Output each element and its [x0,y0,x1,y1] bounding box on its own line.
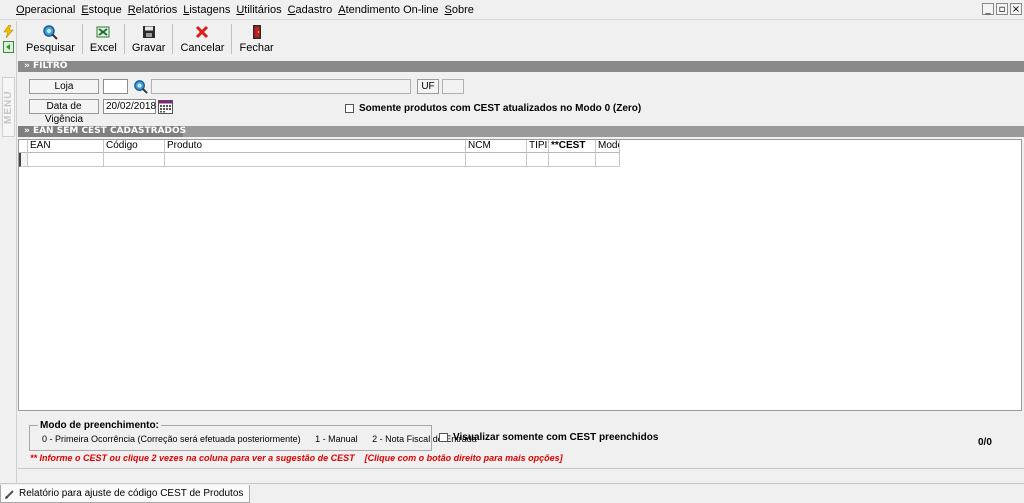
excel-button[interactable]: Excel [84,22,123,56]
fechar-button[interactable]: Fechar [233,22,279,56]
pesquisar-button[interactable]: Pesquisar [20,22,81,56]
close-button[interactable]: × [1010,3,1022,15]
cell-codigo[interactable] [104,153,165,167]
exit-icon[interactable] [3,41,14,53]
cest-modo-zero-label: Somente produtos com CEST atualizados no… [359,103,642,114]
col-ean[interactable]: EAN [28,140,104,153]
ean-section-header: » EAN SEM CEST CADASTRADOS [18,126,1024,137]
record-counter: 0/0 [978,437,992,448]
calendar-icon[interactable] [158,99,173,114]
cell-ncm[interactable] [466,153,527,167]
loja-code-field[interactable] [103,79,128,94]
loja-name-field [151,79,411,94]
col-produto[interactable]: Produto [165,140,466,153]
data-vigencia-field[interactable]: 20/02/2018 [103,99,156,114]
menu-sobre[interactable]: Sobre [445,4,474,16]
cell-produto[interactable] [165,153,466,167]
side-menu-tab[interactable]: MENU [2,77,15,137]
toolbar-separator [123,24,125,54]
menu-operacional[interactable]: Operacional [16,4,75,16]
cell-modo[interactable] [596,153,620,167]
left-strip: MENU [0,21,17,483]
cancel-icon [196,25,209,39]
col-cest[interactable]: **CEST [549,140,596,153]
door-exit-icon [252,25,261,39]
filtro-section-header: » FILTRO [18,61,1024,72]
cancelar-button[interactable]: Cancelar [174,22,230,56]
menu-cadastro[interactable]: Cadastro [288,4,333,16]
window-controls: _ ▫ × [982,3,1022,15]
modo-option-1: 1 - Manual [315,434,358,444]
gravar-button[interactable]: Gravar [126,22,172,56]
menu-listagens[interactable]: Listagens [183,4,230,16]
table-row[interactable] [19,153,620,167]
grid-header-row: EAN Código Produto NCM TIPI **CEST Modo [19,140,620,153]
cest-modo-zero-checkbox[interactable] [345,104,354,113]
menu-utilitarios[interactable]: Utilitários [236,4,281,16]
modo-options: 0 - Primeira Ocorrência (Correção será e… [42,434,489,444]
col-codigo[interactable]: Código [104,140,165,153]
lightning-icon[interactable] [3,25,14,38]
open-window-tab-label: Relatório para ajuste de código CEST de … [19,488,244,499]
menu-relatorios[interactable]: Relatórios [128,4,178,16]
search-loja-icon[interactable] [133,79,148,94]
visualizar-cest-label: Visualizar somente com CEST preenchidos [453,432,659,443]
toolbar-separator [231,24,233,54]
ean-grid[interactable]: EAN Código Produto NCM TIPI **CEST Modo [18,139,1022,411]
minimize-button[interactable]: _ [982,3,994,15]
col-tipi[interactable]: TIPI [527,140,549,153]
col-modo[interactable]: Modo [596,140,620,153]
pencil-icon [5,489,14,499]
menu-atendimento-online[interactable]: Atendimento On-line [338,4,438,16]
col-ncm[interactable]: NCM [466,140,527,153]
uf-label: UF [417,79,439,94]
uf-field [442,79,464,94]
data-vigencia-label: Data de Vigência [29,99,99,125]
modo-option-0: 0 - Primeira Ocorrência (Correção será e… [42,434,301,444]
grid-corner [19,140,28,153]
cell-tipi[interactable] [527,153,549,167]
visualizar-cest-checkbox[interactable] [439,433,448,442]
cest-warning-text: ** Informe o CEST ou clique 2 vezes na c… [30,453,355,463]
toolbar-separator [172,24,174,54]
modo-preenchimento-group: Modo de preenchimento: 0 - Primeira Ocor… [29,420,477,451]
cell-ean[interactable] [28,153,104,167]
save-icon [142,26,155,38]
menu-bar: Operacional Estoque Relatórios Listagens… [0,0,1024,20]
status-bar: Relatório para ajuste de código CEST de … [0,483,1024,503]
open-window-tab[interactable]: Relatório para ajuste de código CEST de … [0,485,251,503]
row-indicator [19,153,28,167]
cest-warning: ** Informe o CEST ou clique 2 vezes na c… [30,453,563,463]
right-click-hint: [Clique com o botão direito para mais op… [364,453,563,463]
excel-icon [96,26,110,38]
search-icon [43,25,59,40]
restore-button[interactable]: ▫ [996,3,1008,15]
modo-preenchimento-title: Modo de preenchimento: [38,420,161,431]
loja-label: Loja [29,79,99,94]
toolbar: Pesquisar Excel Gravar Cancelar Fechar [20,22,280,56]
cell-cest[interactable] [549,153,596,167]
menu-estoque[interactable]: Estoque [81,4,121,16]
divider [18,468,1024,469]
toolbar-separator [81,24,83,54]
